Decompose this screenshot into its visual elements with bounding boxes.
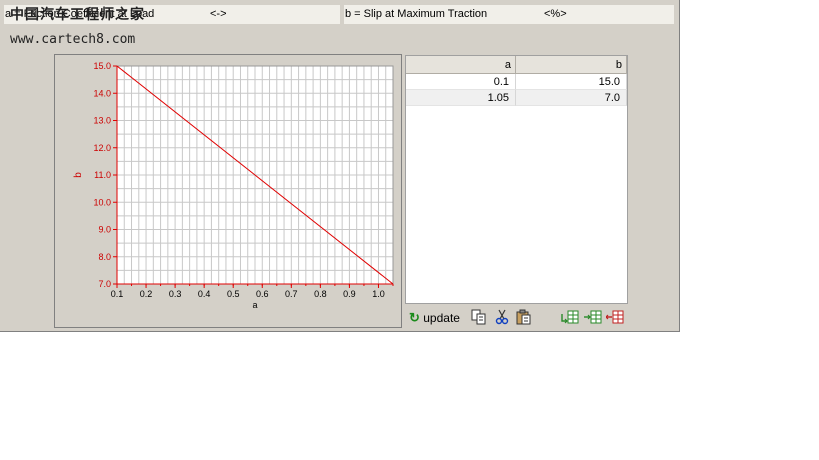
x-axis-label: a [252, 300, 257, 310]
y-tick-label: 10.0 [93, 197, 111, 207]
append-row-icon[interactable] [584, 309, 602, 327]
update-button[interactable]: ↻ update [409, 309, 460, 327]
y-tick-label: 12.0 [93, 143, 111, 153]
y-tick-label: 7.0 [98, 279, 111, 289]
table-cell-b[interactable]: 7.0 [516, 90, 627, 106]
main-panel: a = Friction Coefficient at Load <-> b =… [0, 0, 680, 332]
data-table[interactable]: a b 0.1 15.0 1.05 7.0 [405, 55, 628, 304]
cut-icon[interactable] [494, 309, 510, 327]
copy-icon[interactable] [471, 309, 487, 327]
header-b-label: b = Slip at Maximum Traction [345, 8, 488, 20]
header-a-label: a = Friction Coefficient at Load [5, 8, 155, 20]
header-variable-b: b = Slip at Maximum Traction <%> [344, 5, 674, 24]
x-tick-label: 0.3 [169, 289, 182, 299]
x-tick-label: 0.7 [285, 289, 298, 299]
x-tick-label: 0.1 [111, 289, 124, 299]
column-header-b[interactable]: b [516, 56, 627, 74]
y-tick-label: 15.0 [93, 61, 111, 71]
line-chart: 7.0 8.0 9.0 10.0 11.0 12.0 13.0 14.0 15.0 0.1 0.2 0… [73, 61, 394, 310]
refresh-icon: ↻ [409, 310, 420, 325]
paste-icon[interactable] [516, 309, 532, 327]
y-axis-label: b [73, 172, 84, 178]
x-tick-label: 1.0 [372, 289, 385, 299]
x-tick-label: 0.4 [198, 289, 211, 299]
x-tick-label: 0.9 [343, 289, 356, 299]
watermark-url: www.cartech8.com [10, 32, 136, 47]
y-tick-label: 14.0 [93, 88, 111, 98]
x-tick-label: 0.2 [140, 289, 153, 299]
y-tick-label: 9.0 [98, 225, 111, 235]
y-tick-label: 11.0 [94, 170, 111, 180]
header-b-unit: <%> [544, 8, 567, 20]
header-a-unit: <-> [210, 8, 227, 20]
x-tick-label: 0.8 [314, 289, 327, 299]
table-cell-b[interactable]: 15.0 [516, 74, 627, 90]
delete-row-icon[interactable] [606, 309, 624, 327]
table-cell-a[interactable]: 0.1 [406, 74, 516, 90]
x-tick-label: 0.6 [256, 289, 269, 299]
chart-panel: 7.0 8.0 9.0 10.0 11.0 12.0 13.0 14.0 15.0 0.1 0.2 0… [54, 54, 402, 328]
x-tick-label: 0.5 [227, 289, 240, 299]
insert-row-icon[interactable] [561, 309, 579, 327]
y-tick-label: 8.0 [98, 252, 111, 262]
table-cell-a[interactable]: 1.05 [406, 90, 516, 106]
table-toolbar: ↻ update [405, 307, 628, 329]
y-tick-label: 13.0 [93, 116, 111, 126]
update-label: update [423, 311, 460, 325]
column-header-a[interactable]: a [406, 56, 516, 74]
header-variable-a: a = Friction Coefficient at Load <-> [4, 5, 340, 24]
